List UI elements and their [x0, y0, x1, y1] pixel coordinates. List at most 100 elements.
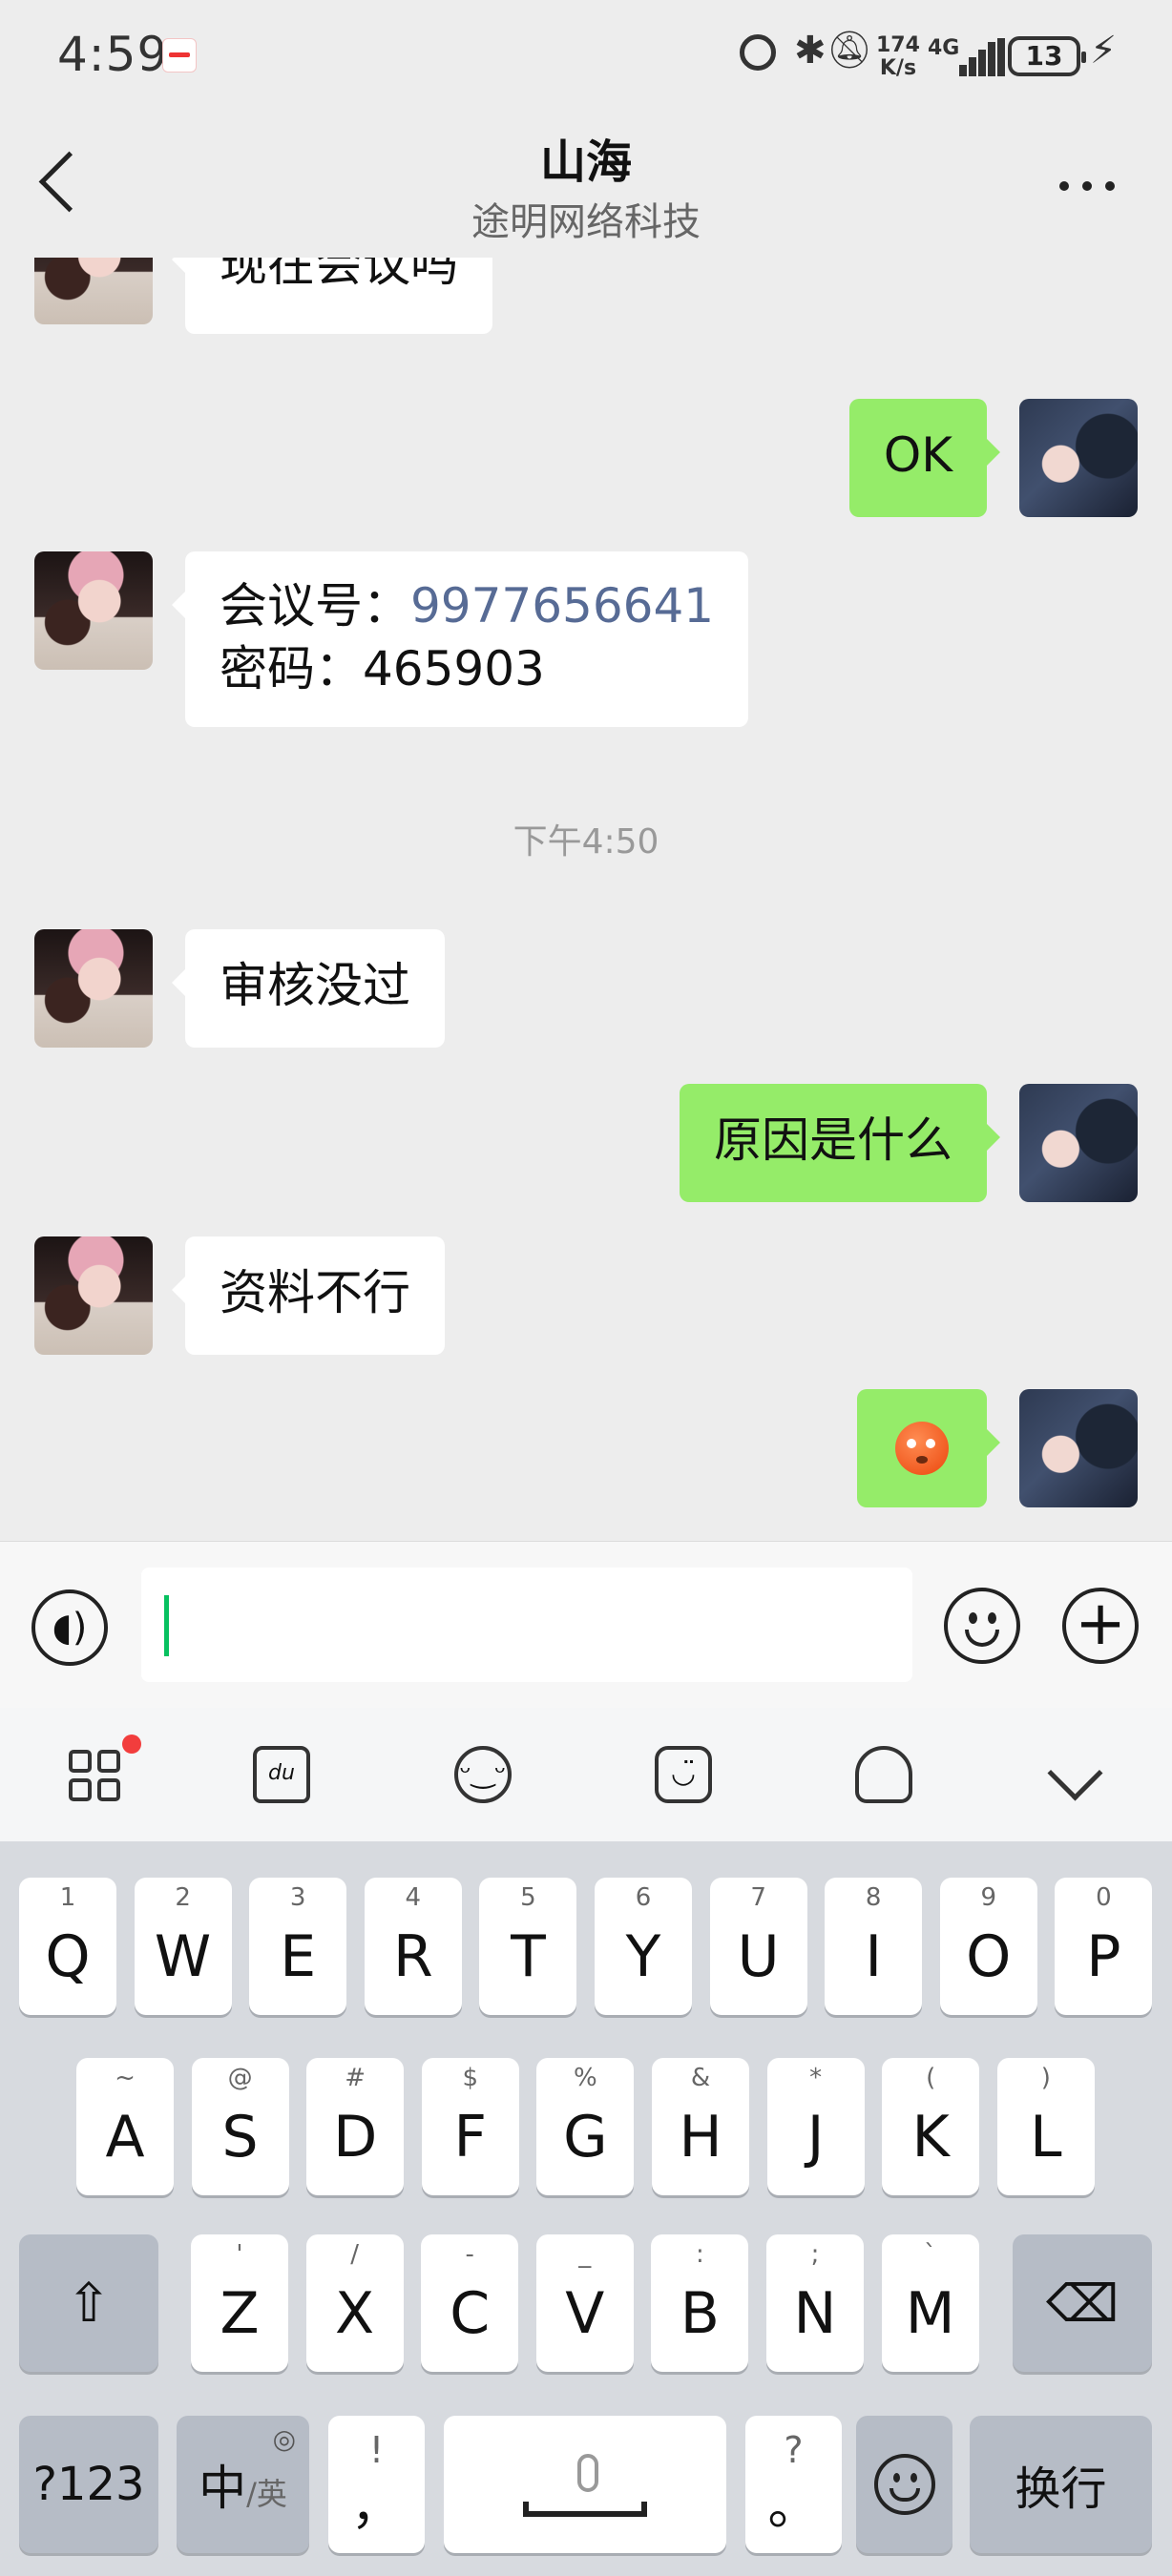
key-f[interactable]: $ F [421, 2058, 519, 2195]
key-label: T [511, 1923, 546, 1990]
key-x[interactable]: / X [305, 2234, 404, 2372]
charging-icon: ⚡︎ [1090, 29, 1118, 73]
backspace-key[interactable]: ⌫ [1013, 2234, 1152, 2372]
avatar-sticker-icon[interactable]: ◡̈ [655, 1746, 712, 1803]
key-hint: ) [1040, 2064, 1051, 2092]
key-hint: # [345, 2064, 366, 2092]
key-label: N [793, 2280, 837, 2347]
key-m[interactable]: ` M [881, 2234, 979, 2372]
key-q[interactable]: 1Q [19, 1878, 116, 2015]
key-label: S [221, 2104, 259, 2171]
key-n[interactable]: ; N [766, 2234, 864, 2372]
emoji-icon[interactable] [944, 1588, 1020, 1664]
message-bubble[interactable]: 原因是什么 [680, 1084, 1000, 1202]
key-c[interactable]: -C [421, 2234, 519, 2372]
voice-input-icon[interactable]: ◖) [31, 1589, 108, 1666]
period-key[interactable]: ? 。 [745, 2416, 842, 2553]
key-label: D [333, 2104, 378, 2171]
key-hint: : [696, 2240, 704, 2269]
key-label: Q [45, 1923, 91, 1990]
key-label: Y [625, 1923, 661, 1990]
key-label: 。 [767, 2476, 820, 2536]
key-label: ， [350, 2476, 403, 2536]
key-hint: & [690, 2064, 711, 2092]
key-label: L [1030, 2104, 1062, 2171]
key-l[interactable]: ) L [996, 2058, 1095, 2195]
key-d[interactable]: # D [306, 2058, 405, 2195]
key-p[interactable]: 0P [1055, 1878, 1153, 2015]
key-label: E [280, 1923, 317, 1990]
key-label: V [565, 2280, 605, 2347]
key-hint: 3 [289, 1883, 306, 1912]
contact-avatar[interactable] [34, 1236, 153, 1355]
message-text: OK [883, 427, 952, 483]
key-w[interactable]: 2W [134, 1878, 232, 2015]
message-text: 审核没过 [220, 958, 410, 1013]
key-a[interactable]: ~ A [76, 2058, 174, 2195]
apps-grid-icon[interactable] [69, 1735, 141, 1803]
key-hint: 1 [59, 1883, 76, 1912]
globe-icon: ◎ [272, 2423, 296, 2455]
keyboard-toolbar [0, 1708, 1172, 1841]
contact-avatar[interactable] [34, 258, 153, 324]
sticker-face-icon[interactable]: ᵕ‿ᵕ [454, 1746, 512, 1803]
key-h[interactable]: & H [652, 2058, 749, 2195]
key-i[interactable]: 8I [825, 1878, 923, 2015]
key-hint: / [350, 2240, 359, 2269]
key-b[interactable]: :B [651, 2234, 749, 2372]
key-label: J [806, 2104, 825, 2171]
text-cursor [164, 1595, 169, 1656]
message-bubble[interactable] [857, 1389, 1000, 1507]
message-bubble[interactable]: OK [848, 399, 1001, 517]
key-hint: 0 [1096, 1883, 1112, 1912]
language-main: 中 [199, 2461, 247, 2516]
space-icon [523, 2502, 647, 2517]
meeting-number-link[interactable]: 9977656641 [410, 578, 714, 634]
key-s[interactable]: @ S [191, 2058, 289, 2195]
comma-key[interactable]: ! ， [328, 2416, 425, 2553]
more-icon[interactable] [1059, 181, 1120, 200]
shift-key[interactable]: ⇧ [19, 2234, 158, 2372]
message-bubble[interactable]: 审核没过 [172, 929, 445, 1048]
skin-theme-icon[interactable]: du [253, 1746, 310, 1803]
key-u[interactable]: 7U [709, 1878, 807, 2015]
key-k[interactable]: (K [882, 2058, 980, 2195]
contact-avatar[interactable] [34, 929, 153, 1048]
key-hint: _ [578, 2240, 592, 2269]
key-y[interactable]: 6Y [595, 1878, 692, 2015]
key-hint: 5 [520, 1883, 536, 1912]
contact-avatar[interactable] [34, 551, 153, 670]
key-label: B [680, 2280, 720, 2347]
network-type: 4G [928, 36, 960, 60]
message-input[interactable] [141, 1568, 912, 1682]
message-bubble[interactable]: 现在会议吗 [172, 258, 492, 334]
my-avatar[interactable] [1019, 399, 1138, 517]
enter-key[interactable]: 换行 [970, 2416, 1152, 2553]
my-avatar[interactable] [1019, 1389, 1138, 1507]
numbers-key[interactable]: ?123 [19, 2416, 158, 2553]
language-switch-key[interactable]: 中/英 ◎ [177, 2416, 309, 2553]
key-o[interactable]: 9O [939, 1878, 1037, 2015]
key-r[interactable]: 4R [364, 1878, 462, 2015]
numbers-label: ?123 [32, 2458, 145, 2511]
key-label: A [105, 2104, 145, 2171]
my-avatar[interactable] [1019, 1084, 1138, 1202]
key-j[interactable]: * J [766, 2058, 865, 2195]
plus-icon[interactable]: + [1062, 1588, 1139, 1664]
message-list[interactable]: 现在会议吗 OK 会议号：9977656641 密码：465903 审核没过 原… [0, 258, 1172, 1541]
key-e[interactable]: 3E [249, 1878, 347, 2015]
meeting-line: 会议号：9977656641 [220, 574, 714, 637]
message-bubble[interactable]: 资料不行 [172, 1236, 445, 1355]
key-g[interactable]: % G [536, 2058, 635, 2195]
key-label: P [1086, 1923, 1121, 1990]
signal-icon [959, 38, 1005, 76]
space-key[interactable] [444, 2416, 726, 2553]
message-bubble[interactable]: 会议号：9977656641 密码：465903 [171, 551, 749, 727]
key-label: Z [220, 2280, 260, 2347]
status-time: 4:59 [57, 27, 169, 82]
emoji-key[interactable] [856, 2416, 952, 2553]
gesture-input-icon[interactable] [855, 1746, 912, 1803]
key-v[interactable]: _ V [535, 2234, 634, 2372]
key-t[interactable]: 5T [479, 1878, 577, 2015]
key-z[interactable]: ' Z [191, 2234, 288, 2372]
